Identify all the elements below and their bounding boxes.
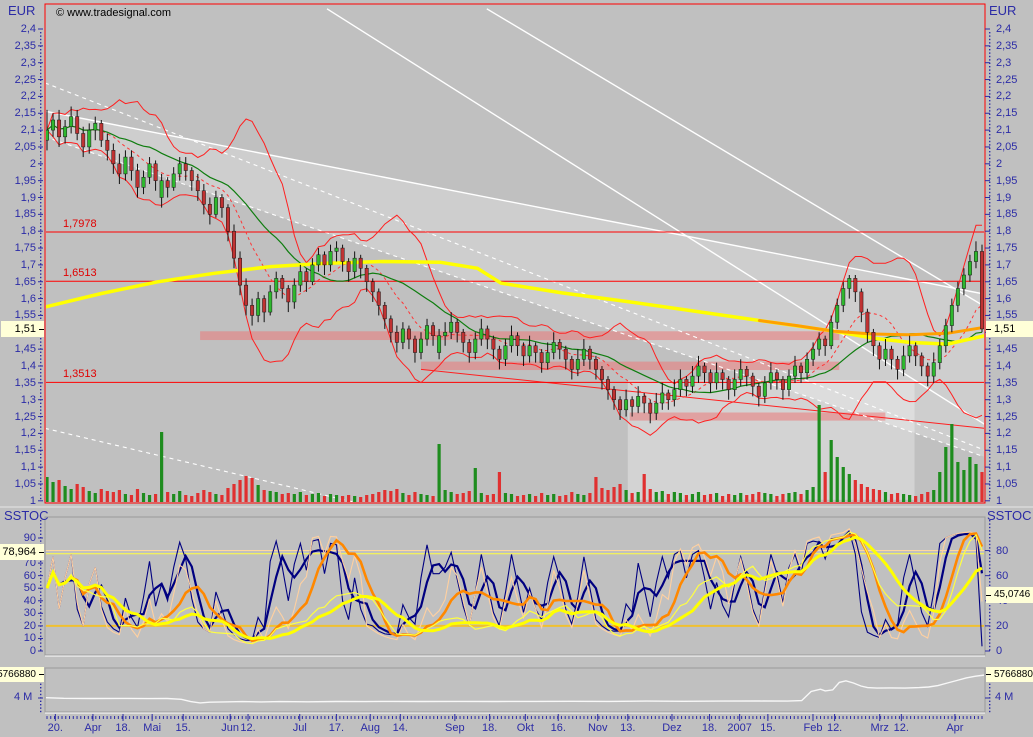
tradesignal-chart-window: EUR EUR © www.tradesignal.com SSTOC SSTO… bbox=[0, 0, 1033, 737]
chart-canvas[interactable] bbox=[0, 0, 1033, 737]
